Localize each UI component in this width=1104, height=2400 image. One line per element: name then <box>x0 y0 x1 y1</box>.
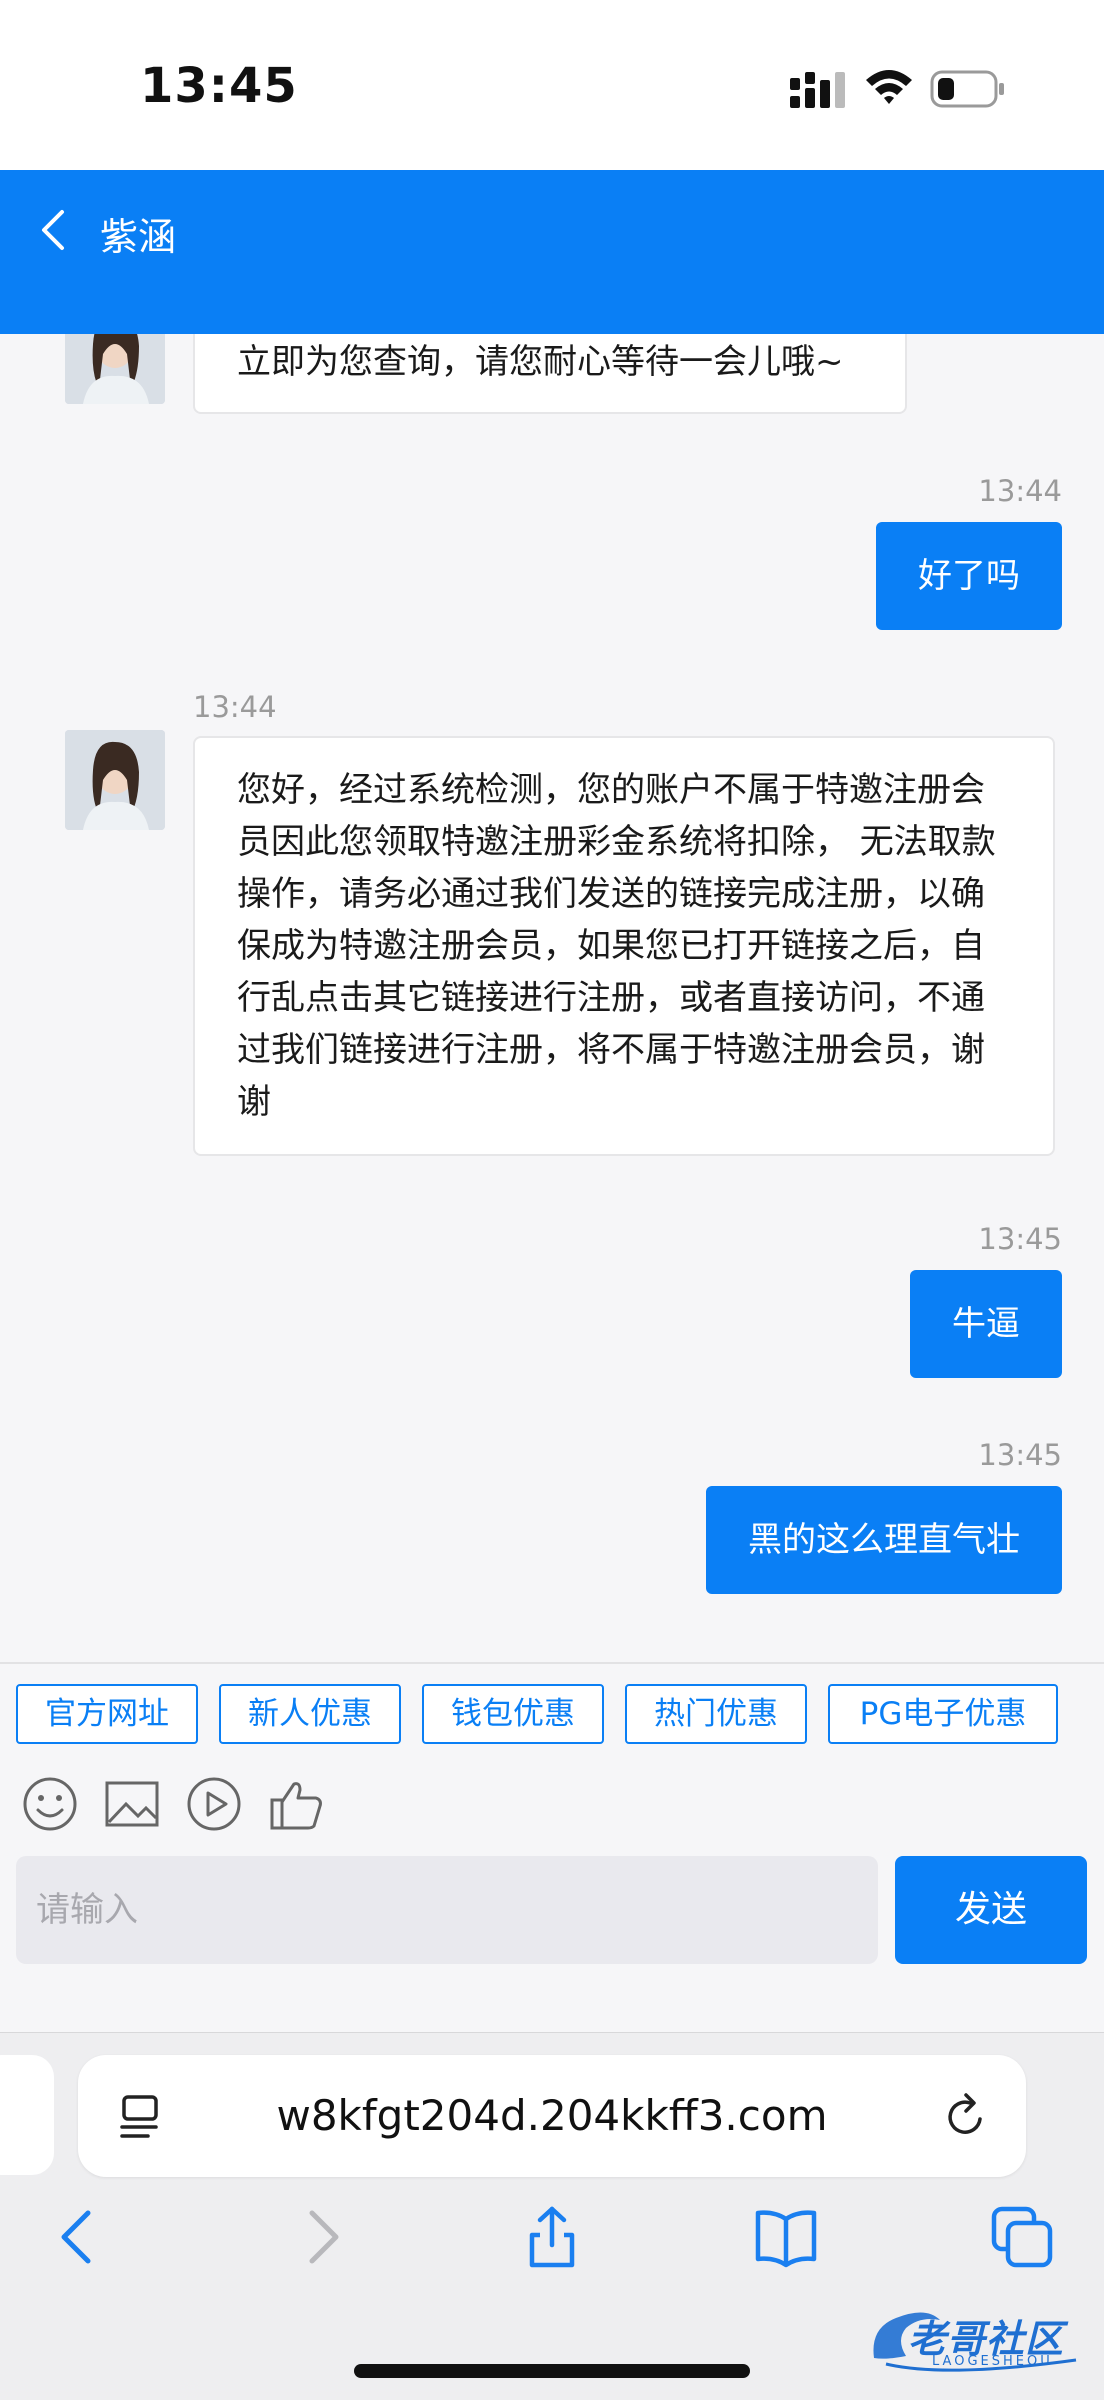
message-text: 您好，经过系统检测，您的账户不属于特邀注册会员因此您领取特邀注册彩金系统将扣除，… <box>237 770 996 1122</box>
image-icon[interactable] <box>102 1774 162 1834</box>
watermark-subtext: LAOGESHEQU <box>932 2354 1053 2369</box>
message-bubble-outgoing: 牛逼 <box>910 1270 1062 1378</box>
message-bubble-incoming: 立即为您查询，请您耐心等待一会儿哦~ <box>193 334 907 414</box>
wifi-icon <box>866 70 912 104</box>
status-time: 13:45 <box>140 58 298 114</box>
cellular-signal-icon <box>790 72 845 108</box>
browser-forward-icon[interactable] <box>288 2205 352 2269</box>
avatar[interactable] <box>65 334 165 404</box>
send-button[interactable]: 发送 <box>895 1856 1087 1964</box>
composer-area: 官方网址 新人优惠 钱包优惠 热门优惠 PG电子优惠 发送 <box>0 1662 1104 2032</box>
message-text: 黑的这么理直气壮 <box>748 1520 1020 1560</box>
watermark-logo: 老哥社区 LAOGESHEQU <box>866 2298 1088 2382</box>
message-bubble-outgoing: 黑的这么理直气壮 <box>706 1486 1062 1594</box>
avatar[interactable] <box>65 730 165 830</box>
chat-messages[interactable]: 立即为您查询，请您耐心等待一会儿哦~ 13:44 好了吗 13:44 您好，经过… <box>0 334 1104 1664</box>
status-bar: 13:45 <box>0 0 1104 170</box>
quick-link-hot-offer[interactable]: 热门优惠 <box>625 1684 807 1744</box>
avatar-photo-icon <box>65 730 165 830</box>
message-text: 牛逼 <box>952 1304 1020 1344</box>
message-text: 好了吗 <box>918 556 1020 596</box>
bookmarks-icon[interactable] <box>754 2205 818 2269</box>
tabs-icon[interactable] <box>990 2205 1054 2269</box>
home-indicator[interactable] <box>354 2364 750 2378</box>
message-timestamp: 13:45 <box>978 1438 1062 1472</box>
quick-link-newcomer-offer[interactable]: 新人优惠 <box>219 1684 401 1744</box>
quick-link-wallet-offer[interactable]: 钱包优惠 <box>422 1684 604 1744</box>
message-input[interactable] <box>16 1856 878 1964</box>
chat-header: 紫涵 <box>0 170 1104 334</box>
previous-tab-preview[interactable] <box>0 2055 54 2175</box>
address-bar[interactable]: w8kfgt204d.204kkff3.com <box>78 2055 1026 2177</box>
url-text[interactable]: w8kfgt204d.204kkff3.com <box>198 2091 906 2140</box>
message-timestamp: 13:44 <box>978 474 1062 508</box>
emoji-icon[interactable] <box>20 1774 80 1834</box>
quick-link-official-site[interactable]: 官方网址 <box>16 1684 198 1744</box>
message-timestamp: 13:44 <box>193 690 277 724</box>
battery-icon <box>930 70 1004 108</box>
page-menu-icon[interactable] <box>118 2093 168 2141</box>
share-icon[interactable] <box>520 2205 584 2269</box>
reload-icon[interactable] <box>940 2091 990 2141</box>
message-timestamp: 13:45 <box>978 1222 1062 1256</box>
thumbs-up-icon[interactable] <box>266 1774 326 1834</box>
back-arrow-icon[interactable] <box>30 200 80 260</box>
quick-link-pg-offer[interactable]: PG电子优惠 <box>828 1684 1058 1744</box>
message-bubble-incoming: 您好，经过系统检测，您的账户不属于特邀注册会员因此您领取特邀注册彩金系统将扣除，… <box>193 736 1055 1156</box>
browser-back-icon[interactable] <box>48 2205 112 2269</box>
avatar-photo-icon <box>65 334 165 404</box>
contact-name: 紫涵 <box>100 215 177 259</box>
message-bubble-outgoing: 好了吗 <box>876 522 1062 630</box>
message-text: 立即为您查询，请您耐心等待一会儿哦~ <box>237 342 844 382</box>
video-icon[interactable] <box>184 1774 244 1834</box>
